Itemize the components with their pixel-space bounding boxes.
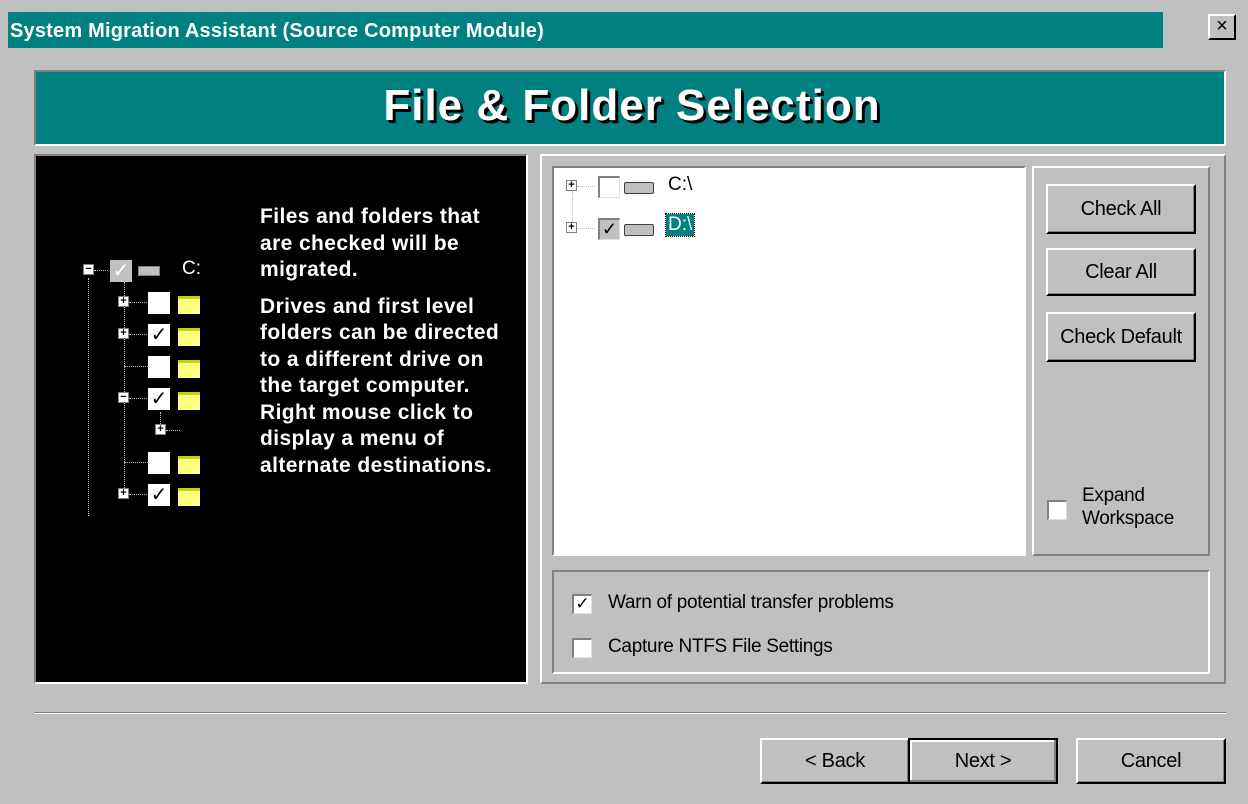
next-button[interactable]: Next >: [908, 738, 1058, 784]
check-all-button[interactable]: Check All: [1046, 184, 1196, 234]
instructions-paragraph-2: Drives and first level folders can be di…: [260, 294, 500, 477]
tree-line: [577, 186, 595, 187]
expand-icon[interactable]: +: [566, 180, 577, 191]
capture-ntfs-label[interactable]: Capture NTFS File Settings: [608, 636, 833, 658]
window-title: System Migration Assistant (Source Compu…: [10, 20, 544, 42]
clear-all-button[interactable]: Clear All: [1046, 248, 1196, 296]
tree-line: [129, 302, 147, 303]
options-panel: [552, 570, 1210, 674]
collapse-icon: −: [83, 264, 94, 275]
close-button[interactable]: ×: [1208, 14, 1236, 40]
folder-icon: [178, 360, 200, 378]
tree-line: [88, 278, 89, 516]
folder-icon: [178, 328, 200, 346]
tree-line: [129, 494, 147, 495]
expand-icon[interactable]: +: [566, 222, 577, 233]
collapse-icon: −: [118, 392, 129, 403]
folder-icon: [178, 488, 200, 506]
page-banner: File & Folder Selection: [34, 70, 1226, 146]
warn-problems-checkbox[interactable]: ✓: [572, 594, 592, 614]
drive-c-label[interactable]: C:\: [666, 174, 694, 196]
capture-ntfs-checkbox[interactable]: [572, 638, 592, 658]
expand-icon: +: [118, 488, 129, 499]
expand-icon: +: [155, 424, 166, 435]
instructions-text: Files and folders that are checked will …: [260, 204, 510, 489]
drive-c-checkbox[interactable]: [598, 176, 620, 198]
drive-icon: [624, 224, 654, 236]
tree-line: [577, 228, 595, 229]
warn-problems-label[interactable]: Warn of potential transfer problems: [608, 592, 894, 614]
checkbox-icon: ✓: [148, 484, 170, 506]
checkbox-icon: ✓: [148, 388, 170, 410]
instructions-paragraph-1: Files and folders that are checked will …: [260, 205, 480, 281]
check-default-button[interactable]: Check Default: [1046, 312, 1196, 362]
back-button[interactable]: < Back: [760, 738, 910, 784]
folder-icon: [178, 296, 200, 314]
folder-icon: [178, 392, 200, 410]
drive-icon: [138, 266, 160, 276]
expand-workspace-label-line1: Expand: [1082, 485, 1145, 506]
expand-workspace-label[interactable]: Expand Workspace: [1082, 484, 1174, 530]
drive-d-checkbox[interactable]: ✓: [598, 218, 620, 240]
tree-line: [124, 366, 148, 367]
checkbox-icon: ✓: [148, 324, 170, 346]
folder-icon: [178, 456, 200, 474]
cancel-button[interactable]: Cancel: [1076, 738, 1226, 784]
tree-line: [166, 430, 180, 431]
checkbox-icon: [148, 292, 170, 314]
footer-divider: [34, 712, 1226, 714]
checkbox-icon: ✓: [110, 260, 132, 282]
tree-line: [124, 462, 148, 463]
checkbox-icon: [148, 356, 170, 378]
expand-icon: +: [118, 296, 129, 307]
tree-line: [94, 270, 108, 271]
tree-line: [129, 398, 147, 399]
expand-workspace-checkbox[interactable]: [1047, 500, 1067, 520]
expand-workspace-label-line2: Workspace: [1082, 508, 1174, 529]
tree-line: [129, 334, 147, 335]
page-title: File & Folder Selection: [383, 81, 881, 130]
drive-d-label[interactable]: D:\: [664, 213, 696, 237]
checkbox-icon: [148, 452, 170, 474]
drive-icon: [624, 182, 654, 194]
expand-icon: +: [118, 328, 129, 339]
drive-label: C:: [182, 258, 201, 279]
tree-line: [124, 282, 125, 498]
